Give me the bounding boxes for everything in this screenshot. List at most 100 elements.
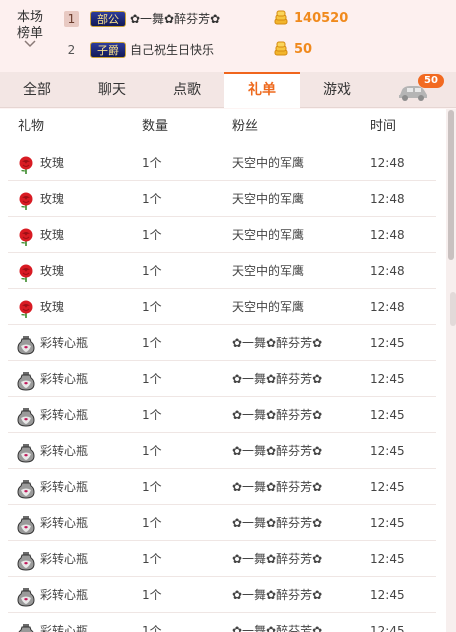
bottle-icon [16,441,36,463]
rank-entry[interactable]: 1 部公 ✿一舞✿醉芬芳✿ 140520 [60,8,440,32]
rank-user-name[interactable]: 自己祝生日快乐 [130,42,214,58]
gift-time: 12:45 [370,588,405,602]
gift-name: 玫瑰 [40,300,65,314]
tab-gift-list[interactable]: 礼单 [224,72,300,108]
gift-quantity: 1个 [142,300,162,314]
gift-quantity: 1个 [142,552,162,566]
column-fan: 粉丝 [232,119,259,134]
gift-row[interactable]: 彩转心瓶 1个 ✿一舞✿醉芬芳✿ 12:45 [0,397,446,433]
column-quantity: 数量 [142,119,169,134]
gift-quantity: 1个 [142,372,162,386]
gift-time: 12:48 [370,264,405,278]
gift-time: 12:45 [370,444,405,458]
gift-time: 12:45 [370,336,405,350]
tab-songs[interactable]: 点歌 [150,72,224,108]
gift-time: 12:45 [370,408,405,422]
scrollbar-thumb[interactable] [448,110,454,260]
bottle-icon [16,369,36,391]
gift-quantity: 1个 [142,480,162,494]
fan-name[interactable]: 天空中的军鹰 [232,217,304,253]
gift-name: 玫瑰 [40,228,65,242]
panel-resize-handle[interactable] [450,292,456,326]
gift-quantity: 1个 [142,336,162,350]
bottle-icon [16,333,36,355]
gift-name: 彩转心瓶 [40,408,89,422]
gift-time: 12:45 [370,552,405,566]
gift-row[interactable]: 玫瑰 1个 天空中的军鹰 12:48 [0,145,446,181]
noble-badge: 部公 [90,11,126,27]
tab-games[interactable]: 游戏 [300,72,374,108]
gift-name: 彩转心瓶 [40,624,89,632]
fan-name[interactable]: ✿一舞✿醉芬芳✿ [232,469,322,505]
gift-quantity: 1个 [142,228,162,242]
rank-position: 2 [67,43,76,57]
gift-row[interactable]: 玫瑰 1个 天空中的军鹰 12:48 [0,253,446,289]
gift-name: 彩转心瓶 [40,444,89,458]
gift-row[interactable]: 玫瑰 1个 天空中的军鹰 12:48 [0,181,446,217]
rank-entry[interactable]: 2 子爵 自己祝生日快乐 50 [60,39,440,63]
rose-icon [16,153,36,174]
gift-quantity: 1个 [142,408,162,422]
rank-amount: 140520 [294,11,349,26]
rose-icon [16,261,36,282]
gift-name: 玫瑰 [40,156,65,170]
tab-all[interactable]: 全部 [0,72,74,108]
bottle-icon [16,513,36,535]
rank-position: 1 [64,11,79,27]
gift-name: 彩转心瓶 [40,480,89,494]
gift-row[interactable]: 玫瑰 1个 天空中的军鹰 12:48 [0,217,446,253]
column-time: 时间 [370,119,397,134]
gift-row[interactable]: 玫瑰 1个 天空中的军鹰 12:48 [0,289,446,325]
gift-quantity: 1个 [142,156,162,170]
gift-row[interactable]: 彩转心瓶 1个 ✿一舞✿醉芬芳✿ 12:45 [0,577,446,613]
gift-time: 12:48 [370,156,405,170]
gift-quantity: 1个 [142,588,162,602]
gift-name: 彩转心瓶 [40,336,89,350]
tab-chat[interactable]: 聊天 [74,72,150,108]
bottle-icon [16,549,36,571]
fan-name[interactable]: ✿一舞✿醉芬芳✿ [232,505,322,541]
rose-icon [16,297,36,318]
bottle-icon [16,405,36,427]
rank-panel: 本场 榜单 1 部公 ✿一舞✿醉芬芳✿ 140520 2 子爵 自己祝生日快乐 … [0,0,456,72]
rank-toggle[interactable]: 本场 榜单 [8,10,52,42]
gift-time: 12:45 [370,624,405,632]
gift-row[interactable]: 彩转心瓶 1个 ✿一舞✿醉芬芳✿ 12:45 [0,433,446,469]
gift-time: 12:45 [370,516,405,530]
rank-label-line1: 本场 [16,10,43,25]
gift-time: 12:45 [370,372,405,386]
gift-time: 12:48 [370,228,405,242]
rose-icon [16,225,36,246]
gift-name: 彩转心瓶 [40,552,89,566]
gift-quantity: 1个 [142,444,162,458]
gift-quantity: 1个 [142,516,162,530]
gift-row[interactable]: 彩转心瓶 1个 ✿一舞✿醉芬芳✿ 12:45 [0,361,446,397]
fan-name[interactable]: ✿一舞✿醉芬芳✿ [232,613,322,632]
chevron-down-icon[interactable] [24,40,36,48]
fan-name[interactable]: ✿一舞✿醉芬芳✿ [232,361,322,397]
fan-name[interactable]: ✿一舞✿醉芬芳✿ [232,397,322,433]
fan-name[interactable]: 天空中的军鹰 [232,181,304,217]
fan-name[interactable]: ✿一舞✿醉芬芳✿ [232,541,322,577]
gift-row[interactable]: 彩转心瓶 1个 ✿一舞✿醉芬芳✿ 12:45 [0,469,446,505]
rank-amount: 50 [294,42,313,57]
fan-name[interactable]: ✿一舞✿醉芬芳✿ [232,325,322,361]
gift-row[interactable]: 彩转心瓶 1个 ✿一舞✿醉芬芳✿ 12:45 [0,613,446,632]
fan-name[interactable]: 天空中的军鹰 [232,253,304,289]
gift-list: 礼物 数量 粉丝 时间 玫瑰 1个 天空中的军鹰 12:48 玫瑰 1个 天空中的军鹰 12:… [0,109,446,632]
gift-name: 玫瑰 [40,264,65,278]
gift-row[interactable]: 彩转心瓶 1个 ✿一舞✿醉芬芳✿ 12:45 [0,325,446,361]
gift-row[interactable]: 彩转心瓶 1个 ✿一舞✿醉芬芳✿ 12:45 [0,505,446,541]
bottle-icon [16,585,36,607]
fan-name[interactable]: 天空中的军鹰 [232,289,304,325]
gift-time: 12:48 [370,192,405,206]
fan-name[interactable]: ✿一舞✿醉芬芳✿ [232,577,322,613]
rose-icon [16,189,36,210]
gift-quantity: 1个 [142,264,162,278]
fan-name[interactable]: ✿一舞✿醉芬芳✿ [232,433,322,469]
gift-row[interactable]: 彩转心瓶 1个 ✿一舞✿醉芬芳✿ 12:45 [0,541,446,577]
column-gift: 礼物 [18,119,45,134]
list-header: 礼物 数量 粉丝 时间 [0,109,446,145]
rank-user-name[interactable]: ✿一舞✿醉芬芳✿ [130,11,220,27]
fan-name[interactable]: 天空中的军鹰 [232,145,304,181]
